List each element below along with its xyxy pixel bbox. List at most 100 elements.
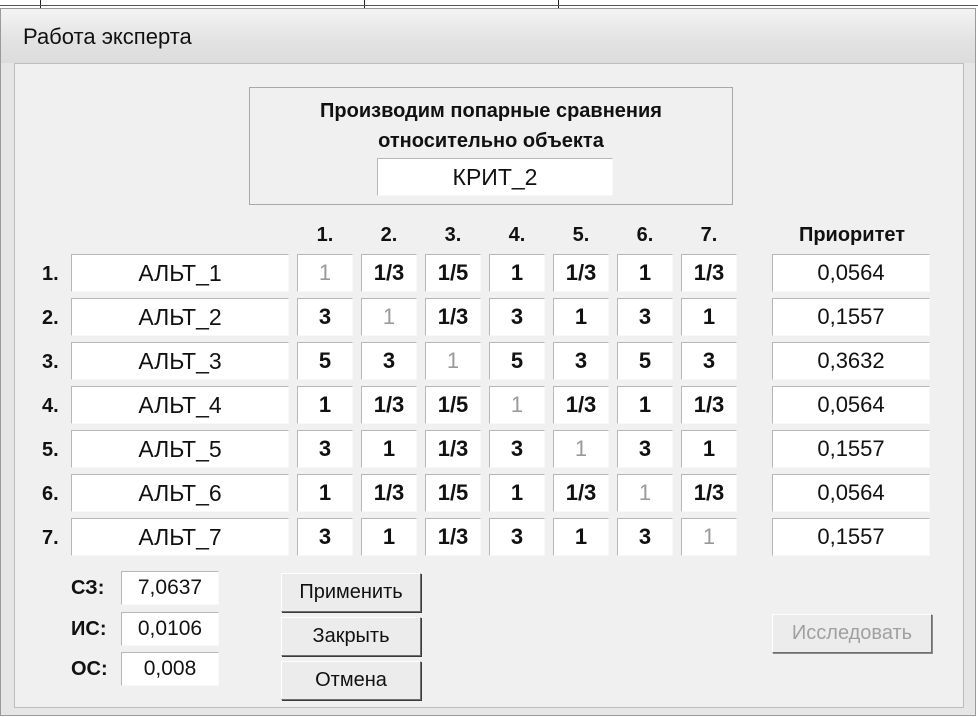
column-header: 4. bbox=[508, 224, 526, 246]
stat-label-is: ИС: bbox=[71, 618, 107, 640]
matrix-diagonal-cell: 1 bbox=[297, 254, 353, 292]
matrix-cell[interactable]: 1 bbox=[361, 430, 417, 468]
stat-field-is: 0,0106 bbox=[121, 612, 219, 646]
alternative-name-field[interactable]: АЛЬТ_3 bbox=[71, 342, 289, 380]
matrix-cell[interactable]: 3 bbox=[681, 342, 737, 380]
row-number: 3. bbox=[42, 351, 59, 373]
matrix-cell[interactable]: 1/3 bbox=[553, 474, 609, 512]
alternative-name-field[interactable]: АЛЬТ_5 bbox=[71, 430, 289, 468]
matrix-cell[interactable]: 1 bbox=[681, 298, 737, 336]
cancel-button[interactable]: Отмена bbox=[281, 661, 421, 700]
matrix-cell[interactable]: 1/3 bbox=[425, 298, 481, 336]
priority-field: 0,0564 bbox=[772, 386, 930, 424]
object-field[interactable]: КРИТ_2 bbox=[377, 158, 613, 196]
research-button[interactable]: Исследовать bbox=[772, 614, 932, 653]
group-title-line2: относительно объекта bbox=[378, 130, 604, 152]
matrix-cell[interactable]: 3 bbox=[297, 518, 353, 556]
matrix-cell[interactable]: 1/5 bbox=[425, 254, 481, 292]
background-line bbox=[558, 0, 559, 8]
background-line bbox=[0, 5, 978, 6]
matrix-diagonal-cell: 1 bbox=[361, 298, 417, 336]
matrix-cell[interactable]: 1 bbox=[617, 386, 673, 424]
row-number: 1. bbox=[42, 263, 59, 285]
matrix-cell[interactable]: 1 bbox=[361, 518, 417, 556]
background-line bbox=[364, 0, 365, 8]
dialog-client-area: Производим попарные сравнения относитель… bbox=[14, 63, 964, 708]
matrix-cell[interactable]: 1 bbox=[681, 430, 737, 468]
matrix-cell[interactable]: 3 bbox=[297, 298, 353, 336]
matrix-cell[interactable]: 1/3 bbox=[361, 386, 417, 424]
alternative-name-field[interactable]: АЛЬТ_2 bbox=[71, 298, 289, 336]
background-line bbox=[40, 0, 41, 8]
group-title-line1: Производим попарные сравнения bbox=[320, 100, 662, 122]
column-header: 1. bbox=[316, 224, 334, 246]
stat-field-os: 0,008 bbox=[121, 652, 219, 686]
row-number: 4. bbox=[42, 395, 59, 417]
priority-field: 0,1557 bbox=[772, 298, 930, 336]
matrix-diagonal-cell: 1 bbox=[617, 474, 673, 512]
close-button[interactable]: Закрыть bbox=[281, 617, 421, 656]
row-number: 5. bbox=[42, 439, 59, 461]
matrix-cell[interactable]: 1 bbox=[617, 254, 673, 292]
matrix-cell[interactable]: 1/3 bbox=[425, 430, 481, 468]
priority-field: 0,0564 bbox=[772, 254, 930, 292]
matrix-cell[interactable]: 1/3 bbox=[361, 254, 417, 292]
priority-field: 0,1557 bbox=[772, 430, 930, 468]
row-number: 7. bbox=[42, 527, 59, 549]
matrix-cell[interactable]: 1/5 bbox=[425, 386, 481, 424]
matrix-cell[interactable]: 3 bbox=[361, 342, 417, 380]
alternative-name-field[interactable]: АЛЬТ_1 bbox=[71, 254, 289, 292]
matrix-cell[interactable]: 3 bbox=[617, 430, 673, 468]
matrix-cell[interactable]: 1/3 bbox=[681, 386, 737, 424]
expert-dialog: Работа эксперта Производим попарные срав… bbox=[0, 8, 976, 716]
matrix-cell[interactable]: 1 bbox=[489, 254, 545, 292]
matrix-cell[interactable]: 1/3 bbox=[425, 518, 481, 556]
matrix-cell[interactable]: 1 bbox=[553, 298, 609, 336]
priority-field: 0,0564 bbox=[772, 474, 930, 512]
title-bar: Работа эксперта bbox=[1, 9, 975, 63]
row-number: 2. bbox=[42, 307, 59, 329]
alternative-name-field[interactable]: АЛЬТ_7 bbox=[71, 518, 289, 556]
apply-button[interactable]: Применить bbox=[281, 573, 421, 612]
matrix-cell[interactable]: 1 bbox=[489, 474, 545, 512]
column-header: 5. bbox=[572, 224, 590, 246]
matrix-cell[interactable]: 1/3 bbox=[361, 474, 417, 512]
matrix-diagonal-cell: 1 bbox=[553, 430, 609, 468]
matrix-cell[interactable]: 1/3 bbox=[553, 386, 609, 424]
group-title: Производим попарные сравнения относитель… bbox=[250, 96, 732, 156]
column-header: 2. bbox=[380, 224, 398, 246]
alternative-name-field[interactable]: АЛЬТ_4 bbox=[71, 386, 289, 424]
stat-label-cz: СЗ: bbox=[71, 577, 105, 599]
matrix-cell[interactable]: 1 bbox=[297, 474, 353, 512]
matrix-cell[interactable]: 1 bbox=[297, 386, 353, 424]
matrix-diagonal-cell: 1 bbox=[681, 518, 737, 556]
matrix-cell[interactable]: 3 bbox=[297, 430, 353, 468]
matrix-cell[interactable]: 3 bbox=[489, 518, 545, 556]
priority-field: 0,1557 bbox=[772, 518, 930, 556]
column-header: 6. bbox=[636, 224, 654, 246]
matrix-cell[interactable]: 5 bbox=[617, 342, 673, 380]
priority-header: Приоритет bbox=[798, 224, 906, 246]
matrix-cell[interactable]: 1/3 bbox=[681, 254, 737, 292]
stat-field-cz: 7,0637 bbox=[121, 571, 219, 605]
matrix-diagonal-cell: 1 bbox=[425, 342, 481, 380]
matrix-cell[interactable]: 5 bbox=[489, 342, 545, 380]
row-number: 6. bbox=[42, 483, 59, 505]
matrix-cell[interactable]: 3 bbox=[489, 430, 545, 468]
priority-field: 0,3632 bbox=[772, 342, 930, 380]
window-title: Работа эксперта bbox=[23, 24, 192, 49]
matrix-cell[interactable]: 1/5 bbox=[425, 474, 481, 512]
matrix-cell[interactable]: 3 bbox=[617, 298, 673, 336]
matrix-diagonal-cell: 1 bbox=[489, 386, 545, 424]
matrix-cell[interactable]: 3 bbox=[617, 518, 673, 556]
alternative-name-field[interactable]: АЛЬТ_6 bbox=[71, 474, 289, 512]
column-header: 3. bbox=[444, 224, 462, 246]
stat-label-os: ОС: bbox=[71, 658, 108, 680]
matrix-cell[interactable]: 1 bbox=[553, 518, 609, 556]
matrix-cell[interactable]: 1/3 bbox=[681, 474, 737, 512]
matrix-cell[interactable]: 3 bbox=[553, 342, 609, 380]
matrix-cell[interactable]: 1/3 bbox=[553, 254, 609, 292]
comparison-object-group: Производим попарные сравнения относитель… bbox=[249, 87, 733, 205]
matrix-cell[interactable]: 5 bbox=[297, 342, 353, 380]
matrix-cell[interactable]: 3 bbox=[489, 298, 545, 336]
